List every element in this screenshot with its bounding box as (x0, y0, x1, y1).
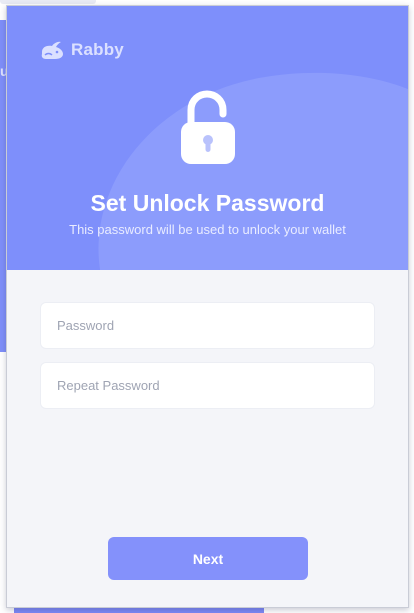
header-banner: Rabby Set Unlock Password This password … (7, 6, 408, 270)
background-tab (0, 0, 96, 4)
password-input[interactable] (40, 302, 375, 349)
rabbit-icon (41, 41, 63, 59)
brand-name: Rabby (71, 40, 124, 59)
screen: u Rabby Set Unlock Password This passwor (0, 0, 414, 613)
unlocked-padlock-icon (181, 90, 235, 164)
page-title: Set Unlock Password (90, 190, 325, 216)
next-button[interactable]: Next (108, 537, 308, 580)
unlock-password-popup: Rabby Set Unlock Password This password … (6, 5, 409, 608)
brand-logo: Rabby (39, 39, 124, 61)
page-subtitle: This password will be used to unlock you… (69, 222, 346, 237)
repeat-password-input[interactable] (40, 362, 375, 409)
